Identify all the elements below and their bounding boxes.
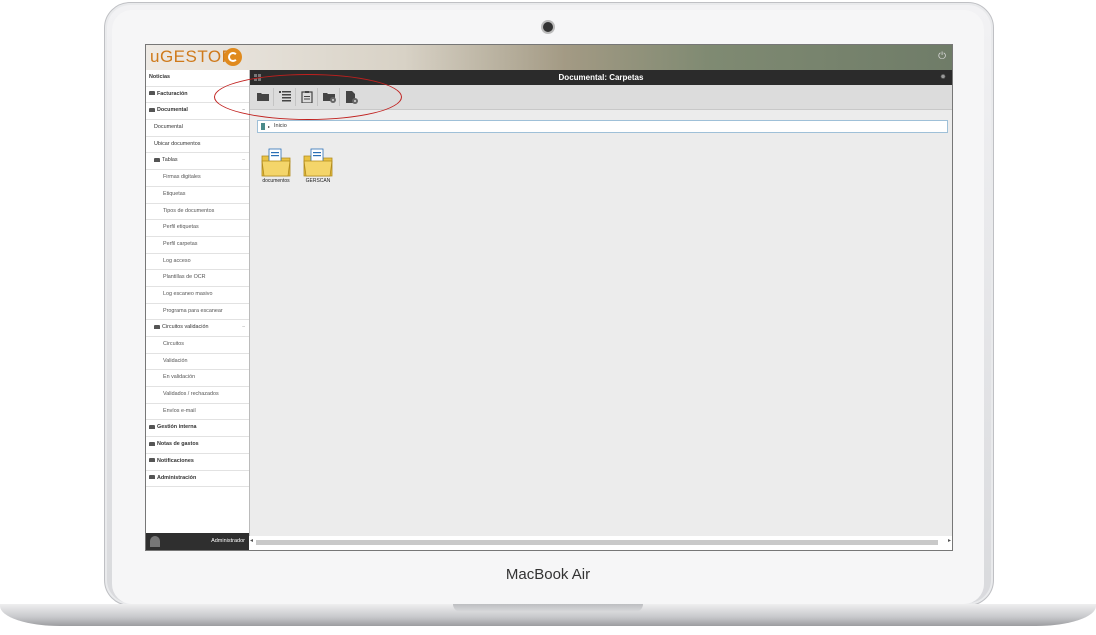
sidebar-item[interactable]: Validación bbox=[146, 354, 249, 371]
scrollbar-thumb[interactable] bbox=[256, 540, 938, 545]
sidebar-item-label: Circuitos bbox=[163, 341, 184, 347]
sidebar-item-label: Circuitos validación bbox=[162, 324, 209, 331]
sidebar-item-label: Documental bbox=[154, 124, 183, 131]
caret-right-icon: ▸ bbox=[268, 124, 271, 129]
folder-label: documentos bbox=[262, 178, 290, 184]
breadcrumb-item-inicio[interactable]: Inicio bbox=[274, 121, 287, 132]
horizontal-scrollbar[interactable]: ◂ ▸ bbox=[250, 536, 952, 550]
sidebar-item-label: Documental bbox=[157, 107, 188, 114]
sidebar-item-label: Gestión interna bbox=[157, 424, 197, 431]
sidebar-item-label: Notificaciones bbox=[157, 457, 194, 464]
sidebar-item-label: Plantillas de OCR bbox=[163, 274, 206, 281]
app-logo: uGESTOR bbox=[150, 47, 235, 66]
sidebar-item[interactable]: Envíos e-mail bbox=[146, 404, 249, 421]
sidebar-item[interactable]: Validados / rechazados bbox=[146, 387, 249, 404]
main-panel: Documental: Carpetas ✹ ▸ Inicio document… bbox=[250, 70, 952, 545]
folder-icon bbox=[149, 425, 155, 430]
sidebar-item-label: Programa para escanear bbox=[163, 307, 223, 314]
sidebar-item[interactable]: Notas de gastos bbox=[146, 437, 249, 454]
sidebar-item-label: Noticias bbox=[149, 74, 170, 80]
sidebar-item-label: Notas de gastos bbox=[157, 441, 199, 448]
camera-icon bbox=[543, 22, 553, 32]
toolbar-highlight-annotation bbox=[214, 74, 402, 120]
folder-icon bbox=[154, 324, 160, 329]
sidebar-item[interactable]: Perfil etiquetas bbox=[146, 220, 249, 237]
folder-icon bbox=[149, 458, 155, 463]
folder-item-gerscan[interactable]: GERSCAN bbox=[301, 146, 335, 184]
folder-item-documentos[interactable]: documentos bbox=[259, 146, 293, 184]
sidebar-item-label: En validación bbox=[163, 374, 196, 381]
sidebar-item[interactable]: Notificaciones bbox=[146, 454, 249, 471]
folder-icon bbox=[149, 91, 155, 96]
settings-icon[interactable]: ✹ bbox=[940, 73, 946, 81]
device-brand-label: MacBook Air bbox=[505, 566, 591, 583]
sidebar-item[interactable]: Programa para escanear bbox=[146, 304, 249, 321]
folder-label: GERSCAN bbox=[305, 178, 331, 184]
sidebar-item-label: Perfil etiquetas bbox=[163, 224, 199, 231]
user-name[interactable]: Administrador bbox=[211, 538, 245, 544]
sidebar-item[interactable]: Etiquetas bbox=[146, 187, 249, 204]
folder-icon bbox=[149, 441, 155, 446]
sidebar-item-label: Etiquetas bbox=[163, 190, 186, 197]
collapse-icon[interactable]: – bbox=[242, 320, 245, 336]
sidebar-item[interactable]: En validación bbox=[146, 370, 249, 388]
scroll-left-icon[interactable]: ◂ bbox=[250, 537, 253, 544]
laptop-notch bbox=[453, 604, 643, 612]
sidebar: Noticias Facturación Documental – Documental… bbox=[146, 70, 250, 536]
sidebar-item[interactable]: Administración bbox=[146, 471, 249, 488]
app-screen: uGESTOR ⏻ Noticias Facturación Documental –… bbox=[145, 44, 953, 551]
sidebar-item-label: Administración bbox=[157, 474, 197, 481]
sidebar-item-label: Envíos e-mail bbox=[163, 407, 196, 414]
collapse-icon[interactable]: – bbox=[242, 153, 245, 169]
sidebar-item-label: Perfil carpetas bbox=[163, 240, 198, 247]
sidebar-item-label: Log escaneo masivo bbox=[163, 290, 213, 297]
avatar-icon bbox=[150, 536, 160, 547]
sidebar-item-label: Tablas bbox=[162, 157, 178, 164]
logo-mark-icon bbox=[224, 48, 242, 66]
sidebar-item[interactable]: Circuitos validación – bbox=[146, 320, 249, 337]
folder-icon bbox=[261, 148, 291, 177]
sidebar-item-label: Ubicar documentos bbox=[154, 140, 201, 147]
app-header: uGESTOR ⏻ bbox=[146, 45, 952, 70]
sidebar-item-label: Validación bbox=[163, 357, 188, 364]
sidebar-item-label: Firmas digitales bbox=[163, 174, 201, 181]
sidebar-item[interactable]: Plantillas de OCR bbox=[146, 270, 249, 287]
breadcrumb: ▸ Inicio bbox=[257, 120, 948, 133]
power-icon[interactable]: ⏻ bbox=[938, 51, 946, 62]
scroll-right-icon[interactable]: ▸ bbox=[948, 537, 951, 544]
sidebar-user-bar: Administrador bbox=[146, 533, 249, 550]
folder-icon bbox=[149, 475, 155, 480]
sidebar-item[interactable]: Log acceso bbox=[146, 254, 249, 271]
sidebar-item-label: Log acceso bbox=[163, 257, 191, 264]
sidebar-item[interactable]: Tipos de documentos bbox=[146, 204, 249, 221]
folder-icon bbox=[303, 148, 333, 177]
sidebar-item[interactable]: Circuitos bbox=[146, 337, 249, 354]
sidebar-item-label: Facturación bbox=[157, 90, 188, 97]
sidebar-item[interactable]: Ubicar documentos bbox=[146, 137, 249, 154]
sidebar-item[interactable]: Documental bbox=[146, 120, 249, 137]
sidebar-item[interactable]: Tablas – bbox=[146, 153, 249, 171]
sidebar-item-label: Validados / rechazados bbox=[163, 391, 219, 398]
sidebar-item[interactable]: Log escaneo masivo bbox=[146, 287, 249, 304]
sidebar-item[interactable]: Gestión interna bbox=[146, 420, 249, 438]
folder-icon bbox=[154, 158, 160, 163]
sidebar-item[interactable]: Perfil carpetas bbox=[146, 237, 249, 254]
sidebar-item-label: Tipos de documentos bbox=[163, 207, 215, 214]
home-icon[interactable] bbox=[261, 123, 265, 130]
folder-icon bbox=[149, 107, 155, 112]
sidebar-item[interactable]: Firmas digitales bbox=[146, 170, 249, 187]
